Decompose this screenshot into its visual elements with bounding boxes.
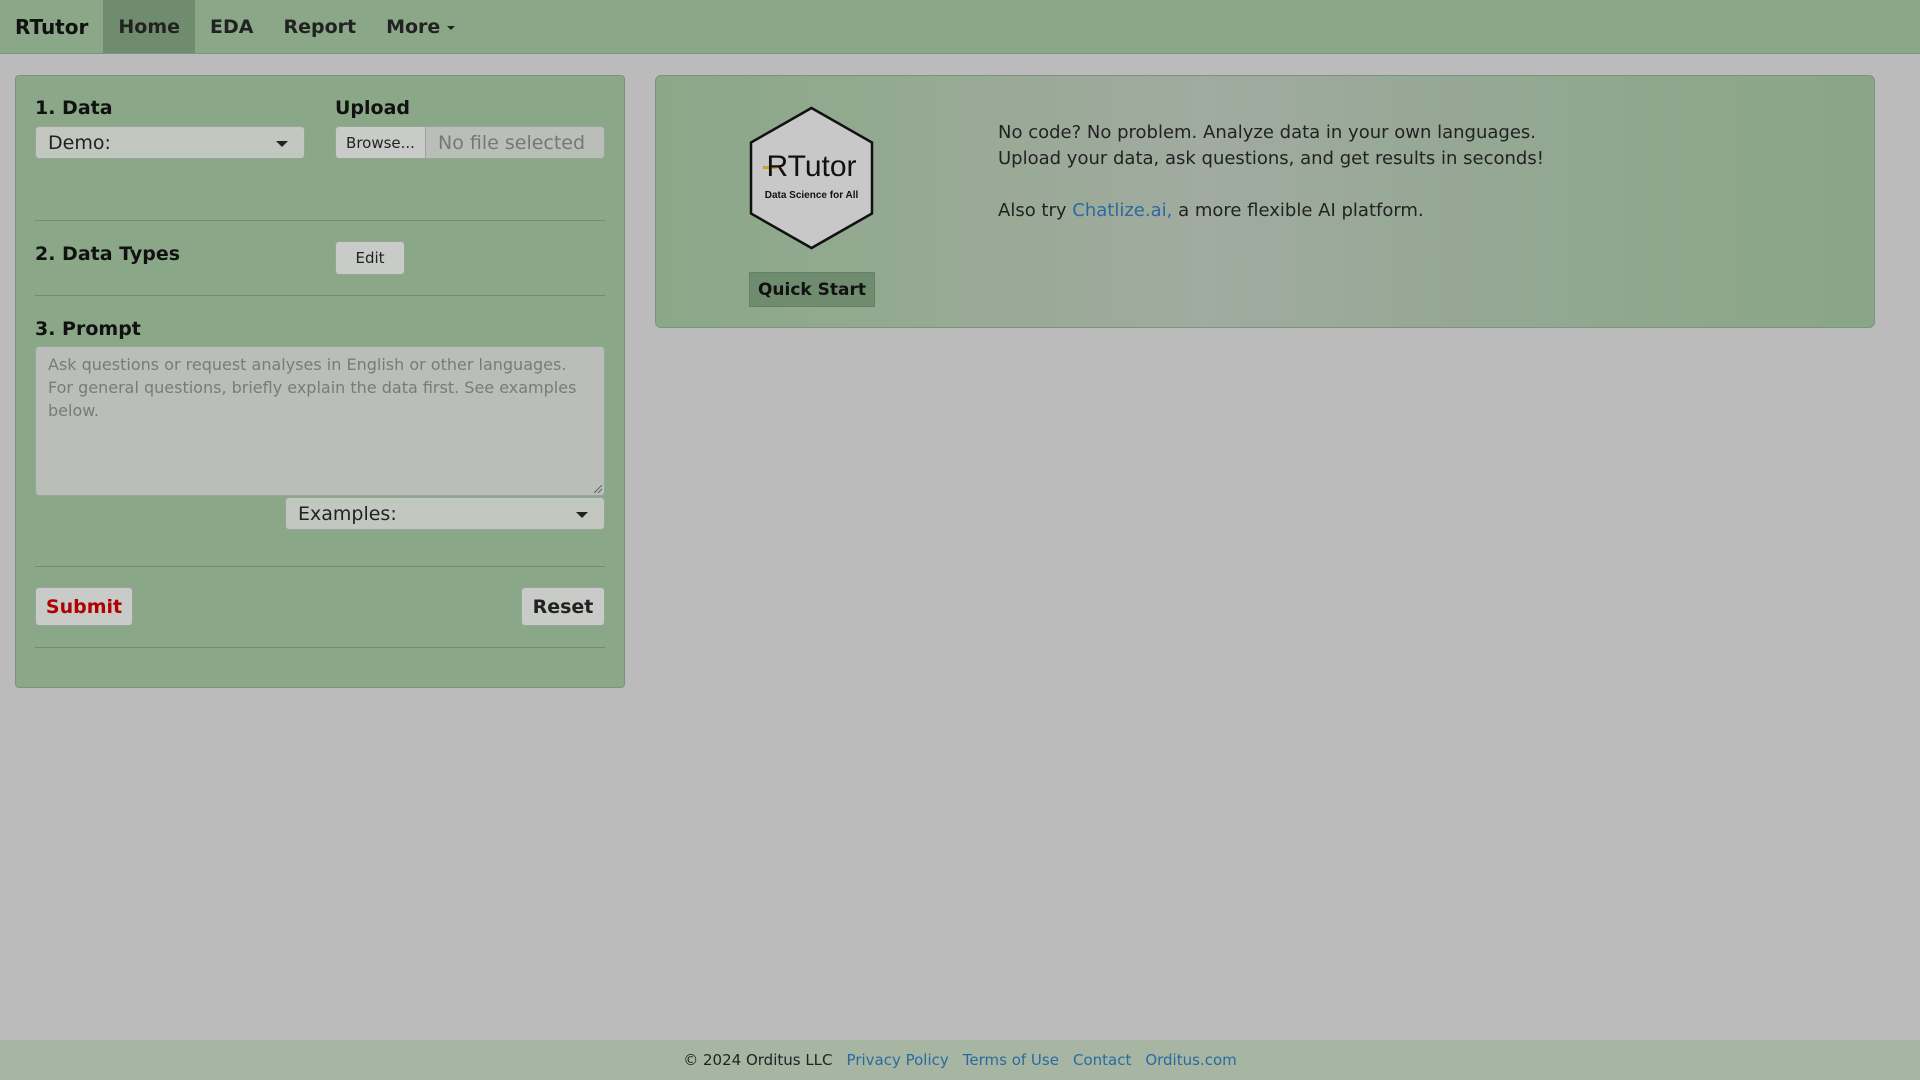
resize-handle-icon[interactable] bbox=[594, 485, 602, 493]
brand-logo-text[interactable]: RTutor bbox=[0, 0, 103, 53]
prompt-placeholder: Ask questions or request analyses in Eng… bbox=[48, 355, 577, 420]
orditus-link[interactable]: Orditus.com bbox=[1145, 1051, 1236, 1069]
nav-eda[interactable]: EDA bbox=[195, 0, 268, 53]
chevron-down-icon bbox=[276, 140, 288, 147]
chatlize-link[interactable]: Chatlize.ai, bbox=[1072, 200, 1172, 221]
hero-line-3-suffix: a more flexible AI platform. bbox=[1172, 200, 1424, 221]
demo-data-select-value: Demo: bbox=[48, 131, 111, 154]
privacy-policy-link[interactable]: Privacy Policy bbox=[847, 1051, 949, 1069]
edit-data-types-button[interactable]: Edit bbox=[335, 241, 405, 275]
nav-eda-label: EDA bbox=[210, 15, 254, 38]
nav-more-dropdown[interactable]: More bbox=[371, 0, 470, 53]
terms-of-use-link[interactable]: Terms of Use bbox=[963, 1051, 1059, 1069]
rtutor-hexagon-logo: RTutor Data Science for All bbox=[748, 106, 875, 250]
caret-down-icon bbox=[447, 26, 456, 30]
file-name-field[interactable]: No file selected bbox=[425, 126, 605, 159]
quick-start-button[interactable]: Quick Start bbox=[749, 272, 875, 307]
hero-line-1: No code? No problem. Analyze data in you… bbox=[998, 122, 1537, 143]
divider bbox=[35, 566, 605, 567]
divider bbox=[35, 647, 605, 648]
hero-panel: RTutor Data Science for All Quick Start … bbox=[655, 75, 1875, 328]
logo-title: RTutor bbox=[766, 150, 857, 183]
data-types-label: 2. Data Types bbox=[35, 243, 181, 265]
hero-line-3: Also try Chatlize.ai, a more flexible AI… bbox=[998, 198, 1544, 224]
submit-button[interactable]: Submit bbox=[35, 587, 133, 626]
hero-line-3-prefix: Also try bbox=[998, 200, 1073, 221]
demo-data-select[interactable]: Demo: bbox=[35, 126, 305, 159]
examples-select-value: Examples: bbox=[298, 502, 397, 525]
nav-report-label: Report bbox=[283, 15, 357, 38]
nav-home-label: Home bbox=[118, 15, 180, 38]
divider bbox=[35, 220, 605, 221]
prompt-label: 3. Prompt bbox=[35, 318, 141, 340]
browse-button[interactable]: Browse... bbox=[335, 126, 425, 159]
upload-label: Upload bbox=[335, 97, 411, 119]
prompt-textarea[interactable]: Ask questions or request analyses in Eng… bbox=[35, 346, 605, 496]
footer: © 2024 Orditus LLC Privacy Policy Terms … bbox=[0, 1040, 1920, 1080]
hero-description: No code? No problem. Analyze data in you… bbox=[998, 120, 1544, 224]
data-section-label: 1. Data bbox=[35, 97, 113, 119]
logo-subtitle: Data Science for All bbox=[764, 190, 859, 201]
nav-home[interactable]: Home bbox=[103, 0, 195, 53]
top-navbar: RTutor Home EDA Report More bbox=[0, 0, 1920, 54]
hero-line-2: Upload your data, ask questions, and get… bbox=[998, 148, 1544, 169]
chevron-down-icon bbox=[576, 511, 588, 518]
footer-copyright: © 2024 Orditus LLC bbox=[683, 1051, 833, 1069]
examples-select[interactable]: Examples: bbox=[285, 497, 605, 530]
nav-more-label: More bbox=[386, 15, 441, 38]
nav-report[interactable]: Report bbox=[268, 0, 371, 53]
divider bbox=[35, 295, 605, 296]
contact-link[interactable]: Contact bbox=[1073, 1051, 1131, 1069]
reset-button[interactable]: Reset bbox=[521, 587, 605, 626]
sidebar-panel: 1. Data Demo: Upload Browse... No file s… bbox=[15, 75, 625, 688]
